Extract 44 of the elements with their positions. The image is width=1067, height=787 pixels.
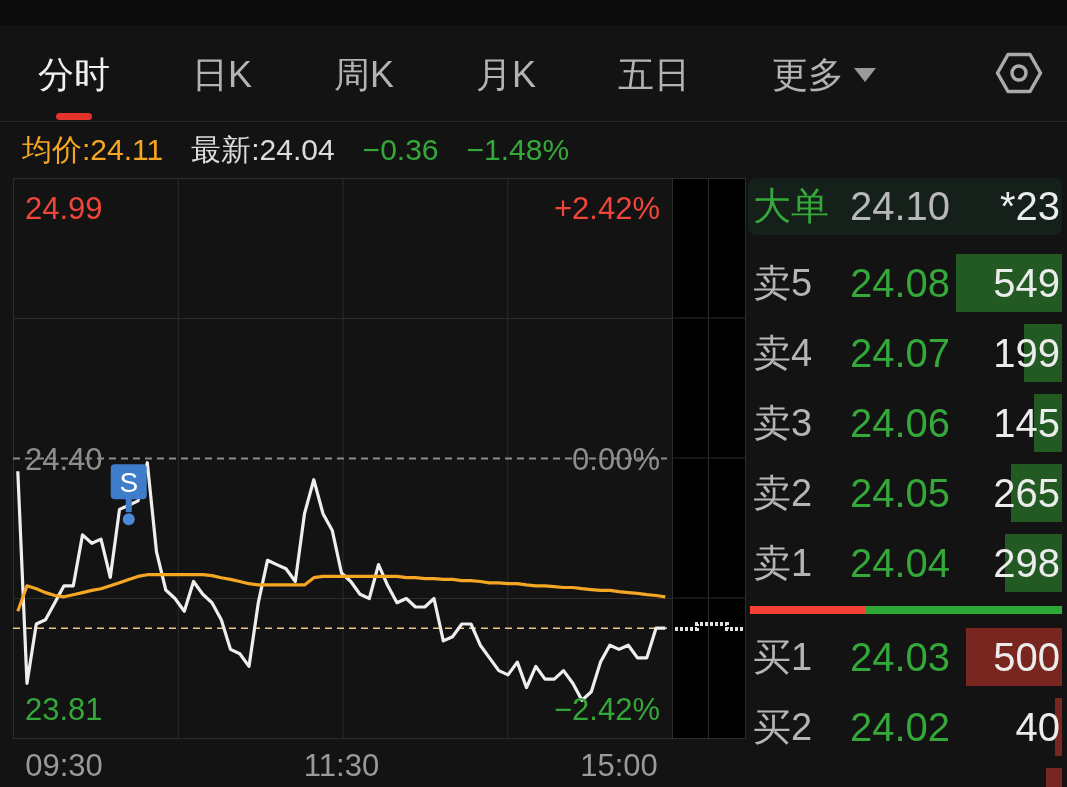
order-level-label: 买1 [753,634,813,680]
order-price: 24.04 [850,540,951,586]
order-price: 24.07 [850,330,951,376]
quote-value: 均价:24.11 [22,131,164,168]
price-axis-label: 24.99 [25,191,103,227]
percent-axis-label: 0.00% [572,441,660,477]
time-axis-label: 09:30 [25,748,103,783]
annotation: S [119,467,139,499]
order-level-label: 卖5 [753,260,813,306]
order-volume: 549 [993,260,1061,306]
order-level-label: 卖2 [753,470,813,516]
quote-value: −1.48% [466,133,570,167]
order-level-label: 卖1 [753,540,813,586]
time-axis-label: 11:30 [303,748,380,783]
order-price: 24.06 [850,400,951,446]
order-price: 24.05 [850,470,951,516]
order-level-label: 买2 [753,704,813,750]
chart-tab[interactable]: 五日 [618,41,691,121]
order-volume: 298 [993,540,1061,586]
order-volume: 145 [993,400,1061,446]
chart-tab[interactable]: 分时 [38,41,110,121]
order-price: 24.03 [850,634,951,680]
percent-axis-label: −2.42% [554,692,660,727]
order-price: 24.02 [850,704,951,750]
chart-tab[interactable]: 月K [476,41,537,121]
chart-tab[interactable]: 更多 [772,41,877,121]
time-axis-label: 15:00 [580,748,658,783]
order-level-label: 卖3 [753,400,813,446]
big-order-price: 24.10 [850,184,951,229]
order-volume: 265 [993,470,1061,516]
quote-value: 最新:24.04 [191,131,335,168]
chart-tab[interactable]: 周K [334,41,395,121]
percent-axis-label: +2.42% [554,191,660,226]
order-price: 24.08 [850,260,951,306]
big-order-label: 大单 [753,184,830,229]
order-volume: 500 [993,634,1061,680]
chart-tab[interactable]: 日K [192,41,252,121]
order-volume: 199 [993,330,1061,376]
order-level-label: 卖4 [753,330,813,376]
order-volume: 40 [1015,704,1061,750]
big-order-volume: *23 [999,184,1060,229]
quote-value: −0.36 [362,133,439,167]
price-axis-label: 23.81 [25,691,103,727]
active-indicator-icon [56,113,92,120]
